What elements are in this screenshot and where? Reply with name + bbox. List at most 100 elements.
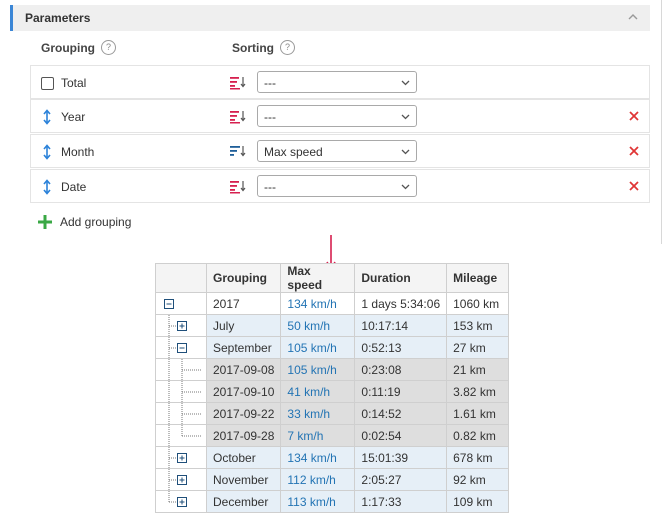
cell-grouping: 2017-09-08 bbox=[205, 358, 282, 381]
cell-mileage: 1.61 km bbox=[446, 402, 510, 425]
cell-grouping: 2017-09-28 bbox=[205, 424, 282, 447]
table-row: December 113 km/h 1:17:33 109 km bbox=[155, 490, 510, 513]
grouping-name: Date bbox=[61, 180, 87, 194]
sorting-column-header: Sorting ? bbox=[232, 40, 295, 55]
expand-icon[interactable] bbox=[156, 315, 207, 337]
tree-line-icon bbox=[168, 359, 202, 381]
cell-duration: 1:17:33 bbox=[354, 490, 448, 513]
sort-descending-icon[interactable] bbox=[230, 110, 246, 124]
grouping-name: Total bbox=[61, 76, 87, 90]
collapse-icon[interactable] bbox=[156, 337, 207, 359]
chevron-down-icon bbox=[401, 80, 410, 86]
table-header-row: Grouping Max speed Duration Mileage bbox=[155, 263, 510, 293]
grouping-row-year: Year --- bbox=[30, 99, 650, 133]
cell-max-speed[interactable]: 134 km/h bbox=[280, 446, 356, 469]
cell-duration: 15:01:39 bbox=[354, 446, 448, 469]
sorting-select[interactable]: Max speed bbox=[257, 140, 417, 162]
cell-duration: 0:14:52 bbox=[354, 402, 448, 425]
grouping-name: Year bbox=[61, 110, 86, 124]
cell-mileage: 109 km bbox=[446, 490, 510, 513]
cell-grouping: July bbox=[205, 314, 282, 337]
table-row: 2017-09-28 7 km/h 0:02:54 0.82 km bbox=[155, 424, 510, 447]
cell-mileage: 27 km bbox=[446, 336, 510, 359]
column-header-grouping[interactable]: Grouping bbox=[205, 263, 282, 293]
table-row: July 50 km/h 10:17:14 153 km bbox=[155, 314, 510, 337]
cell-grouping: October bbox=[205, 446, 282, 469]
cell-max-speed[interactable]: 7 km/h bbox=[280, 424, 356, 447]
parameters-panel: Parameters Grouping ? Sorting ? Total --… bbox=[0, 0, 662, 244]
plus-icon bbox=[38, 215, 52, 229]
cell-max-speed[interactable]: 134 km/h bbox=[280, 292, 356, 315]
cell-max-speed[interactable]: 33 km/h bbox=[280, 402, 356, 425]
table-row: 2017 134 km/h 1 days 5:34:06 1060 km bbox=[155, 292, 510, 315]
chevron-down-icon bbox=[401, 184, 410, 190]
grouping-name: Month bbox=[61, 145, 95, 159]
expand-icon[interactable] bbox=[156, 491, 207, 513]
column-header-mileage[interactable]: Mileage bbox=[446, 263, 510, 293]
sort-descending-icon[interactable] bbox=[230, 145, 246, 159]
cell-grouping: 2017-09-10 bbox=[205, 380, 282, 403]
tree-line-icon bbox=[168, 425, 202, 447]
table-row: November 112 km/h 2:05:27 92 km bbox=[155, 468, 510, 491]
chevron-down-icon bbox=[401, 149, 410, 155]
cell-duration: 0:11:19 bbox=[354, 380, 448, 403]
remove-icon[interactable] bbox=[629, 146, 639, 156]
grouping-row-total: Total --- bbox=[30, 65, 650, 99]
grouping-header-label: Grouping bbox=[41, 40, 95, 55]
grouping-row-date: Date --- bbox=[30, 169, 650, 203]
cell-mileage: 153 km bbox=[446, 314, 510, 337]
cell-max-speed[interactable]: 41 km/h bbox=[280, 380, 356, 403]
cell-mileage: 678 km bbox=[446, 446, 510, 469]
cell-max-speed[interactable]: 105 km/h bbox=[280, 358, 356, 381]
cell-grouping: September bbox=[205, 336, 282, 359]
cell-grouping: 2017 bbox=[205, 292, 282, 315]
remove-icon[interactable] bbox=[629, 111, 639, 121]
panel-header[interactable]: Parameters bbox=[10, 5, 650, 31]
collapse-icon[interactable] bbox=[156, 293, 207, 315]
table-row: October 134 km/h 15:01:39 678 km bbox=[155, 446, 510, 469]
cell-max-speed[interactable]: 113 km/h bbox=[280, 490, 356, 513]
table-row: 2017-09-08 105 km/h 0:23:08 21 km bbox=[155, 358, 510, 381]
sorting-select[interactable]: --- bbox=[257, 71, 417, 93]
column-header-duration[interactable]: Duration bbox=[354, 263, 448, 293]
drag-handle-icon[interactable] bbox=[40, 179, 54, 195]
tree-line-icon bbox=[168, 403, 202, 425]
chevron-up-icon[interactable] bbox=[628, 13, 638, 21]
cell-duration: 0:02:54 bbox=[354, 424, 448, 447]
sort-descending-icon[interactable] bbox=[230, 180, 246, 194]
cell-max-speed[interactable]: 112 km/h bbox=[280, 468, 356, 491]
drag-handle-icon[interactable] bbox=[40, 144, 54, 160]
cell-mileage: 21 km bbox=[446, 358, 510, 381]
cell-duration: 1 days 5:34:06 bbox=[354, 292, 448, 315]
add-grouping-button[interactable]: Add grouping bbox=[38, 215, 131, 229]
grouping-row-month: Month Max speed bbox=[30, 134, 650, 168]
cell-mileage: 1060 km bbox=[446, 292, 510, 315]
add-grouping-label: Add grouping bbox=[60, 215, 132, 229]
total-checkbox[interactable] bbox=[41, 77, 54, 90]
remove-icon[interactable] bbox=[629, 181, 639, 191]
expand-icon[interactable] bbox=[156, 469, 207, 491]
panel-title: Parameters bbox=[25, 11, 91, 25]
cell-max-speed[interactable]: 50 km/h bbox=[280, 314, 356, 337]
help-icon[interactable]: ? bbox=[280, 40, 295, 55]
help-icon[interactable]: ? bbox=[101, 40, 116, 55]
cell-duration: 0:52:13 bbox=[354, 336, 448, 359]
cell-max-speed[interactable]: 105 km/h bbox=[280, 336, 356, 359]
column-header-max-speed[interactable]: Max speed bbox=[280, 263, 356, 293]
sort-descending-icon[interactable] bbox=[230, 76, 246, 90]
sorting-header-label: Sorting bbox=[232, 40, 274, 55]
sorting-select[interactable]: --- bbox=[257, 105, 417, 127]
cell-mileage: 0.82 km bbox=[446, 424, 510, 447]
grouping-column-header: Grouping ? bbox=[41, 40, 116, 55]
sorting-select[interactable]: --- bbox=[257, 175, 417, 197]
table-row: 2017-09-22 33 km/h 0:14:52 1.61 km bbox=[155, 402, 510, 425]
cell-grouping: December bbox=[205, 490, 282, 513]
cell-duration: 10:17:14 bbox=[354, 314, 448, 337]
drag-handle-icon[interactable] bbox=[40, 109, 54, 125]
cell-mileage: 92 km bbox=[446, 468, 510, 491]
cell-grouping: November bbox=[205, 468, 282, 491]
table-row: 2017-09-10 41 km/h 0:11:19 3.82 km bbox=[155, 380, 510, 403]
cell-duration: 2:05:27 bbox=[354, 468, 448, 491]
report-table: Grouping Max speed Duration Mileage 2017… bbox=[155, 263, 510, 513]
expand-icon[interactable] bbox=[156, 447, 207, 469]
